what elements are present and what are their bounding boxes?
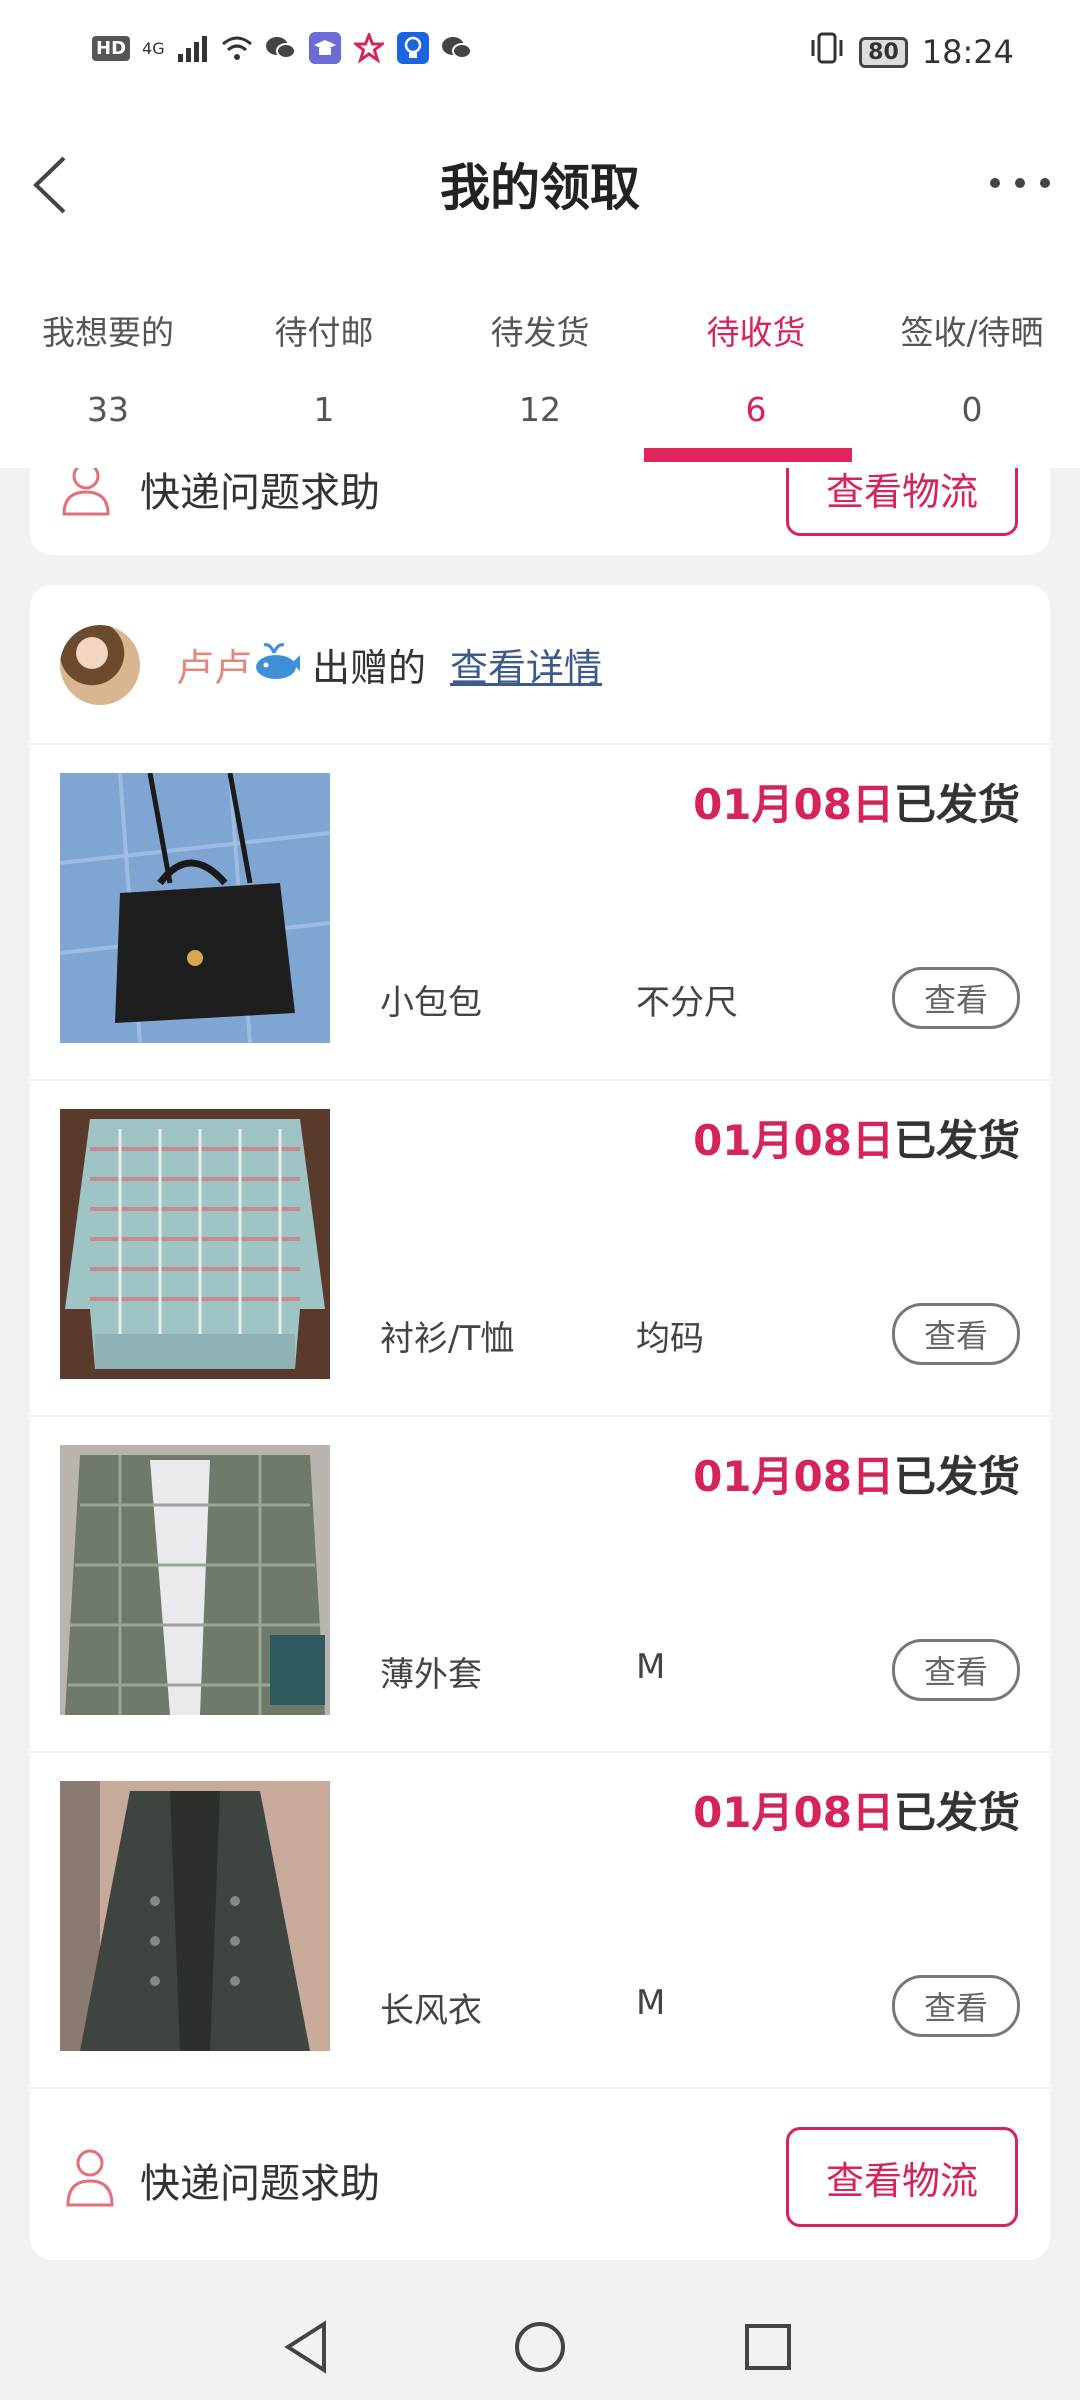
ship-date: 01月08日已发货 bbox=[693, 771, 1020, 832]
wifi-icon bbox=[221, 32, 253, 64]
item-size: M bbox=[636, 1983, 666, 2023]
tab-label: 待付邮 bbox=[274, 313, 374, 352]
status-left: HD 4G bbox=[92, 32, 473, 64]
tab-received[interactable]: 签收/待晒 0 bbox=[864, 260, 1080, 468]
signal-icon bbox=[177, 32, 209, 64]
whale-icon bbox=[252, 637, 302, 683]
bulb-icon bbox=[396, 32, 429, 64]
triangle-back-icon bbox=[284, 2320, 326, 2374]
tab-pending-postage[interactable]: 待付邮 1 bbox=[216, 260, 432, 468]
more-dot bbox=[1015, 178, 1025, 188]
ship-date: 01月08日已发货 bbox=[693, 1779, 1020, 1840]
tab-wanted[interactable]: 我想要的 33 bbox=[0, 260, 216, 468]
giver-header: 卢卢 出赠的 查看详情 bbox=[30, 585, 1050, 745]
active-tab-indicator bbox=[644, 448, 852, 462]
hd-badge: HD bbox=[92, 35, 131, 61]
view-item-button[interactable]: 查看 bbox=[892, 1975, 1020, 2037]
ship-status: 已发货 bbox=[893, 1116, 1020, 1165]
system-nav-bar bbox=[0, 2292, 1080, 2400]
tab-label: 我想要的 bbox=[42, 313, 174, 352]
tab-label: 待发货 bbox=[490, 313, 590, 352]
ship-status: 已发货 bbox=[893, 1452, 1020, 1501]
tab-count: 33 bbox=[87, 390, 129, 429]
view-item-button[interactable]: 查看 bbox=[892, 967, 1020, 1029]
avatar[interactable] bbox=[60, 625, 140, 705]
tab-label: 签收/待晒 bbox=[900, 313, 1044, 352]
tab-pending-receipt[interactable]: 待收货 6 bbox=[648, 260, 864, 468]
more-dot bbox=[990, 178, 1000, 188]
ship-date-value: 01月08日 bbox=[693, 780, 894, 829]
tab-count: 1 bbox=[313, 390, 335, 429]
ship-status: 已发货 bbox=[893, 780, 1020, 829]
item-size: M bbox=[636, 1647, 666, 1687]
vibrate-icon bbox=[809, 30, 845, 74]
person-icon bbox=[60, 460, 112, 520]
giver-action: 出赠的 bbox=[312, 646, 427, 690]
view-logistics-button[interactable]: 查看物流 bbox=[786, 2127, 1018, 2227]
tab-label: 待收货 bbox=[706, 313, 806, 352]
order-item[interactable]: 01月08日已发货 衬衫/T恤 均码 查看 bbox=[30, 1079, 1050, 1417]
item-size: 均码 bbox=[636, 1319, 704, 1359]
view-details-link[interactable]: 查看详情 bbox=[450, 637, 602, 692]
tab-count: 6 bbox=[745, 390, 767, 429]
blazer-photo bbox=[60, 1445, 330, 1715]
courier-help-link[interactable]: 快递问题求助 bbox=[140, 460, 380, 518]
trench-coat-photo bbox=[60, 1781, 330, 2051]
ship-date: 01月08日已发货 bbox=[693, 1443, 1020, 1504]
status-bar: HD 4G 80 18:24 bbox=[0, 0, 1080, 110]
nav-home-button[interactable] bbox=[505, 2312, 575, 2382]
courier-help-link[interactable]: 快递问题求助 bbox=[140, 2151, 380, 2209]
item-name: 小包包 bbox=[380, 983, 482, 1023]
order-footer: 快递问题求助 查看物流 bbox=[30, 2095, 1050, 2260]
network-type: 4G bbox=[142, 38, 165, 58]
giver-name[interactable]: 卢卢 bbox=[176, 637, 252, 692]
order-item[interactable]: 01月08日已发货 薄外套 M 查看 bbox=[30, 1415, 1050, 1753]
item-size: 不分尺 bbox=[636, 983, 738, 1023]
battery-indicator: 80 bbox=[859, 36, 908, 68]
status-tabs: 我想要的 33 待付邮 1 待发货 12 待收货 6 签收/待晒 0 bbox=[0, 260, 1080, 468]
view-item-button[interactable]: 查看 bbox=[892, 1639, 1020, 1701]
ship-date-value: 01月08日 bbox=[693, 1116, 894, 1165]
tab-count: 12 bbox=[519, 390, 561, 429]
more-options-button[interactable] bbox=[990, 168, 1050, 198]
star-icon bbox=[353, 32, 385, 64]
handbag-photo bbox=[59, 772, 331, 1044]
item-name: 长风衣 bbox=[380, 1991, 482, 2031]
order-item[interactable]: 01月08日已发货 小包包 不分尺 查看 bbox=[30, 743, 1050, 1081]
ship-date: 01月08日已发货 bbox=[693, 1107, 1020, 1168]
more-dot bbox=[1040, 178, 1050, 188]
nav-recents-button[interactable] bbox=[733, 2312, 803, 2382]
wechat-icon bbox=[441, 32, 473, 64]
wechat-icon bbox=[265, 32, 297, 64]
tab-pending-shipment[interactable]: 待发货 12 bbox=[432, 260, 648, 468]
ship-status: 已发货 bbox=[893, 1788, 1020, 1837]
clock: 18:24 bbox=[921, 33, 1014, 71]
tab-count: 0 bbox=[961, 390, 983, 429]
circle-home-icon bbox=[515, 2322, 565, 2372]
order-item[interactable]: 01月08日已发货 长风衣 M 查看 bbox=[30, 1751, 1050, 2089]
ship-date-value: 01月08日 bbox=[693, 1788, 894, 1837]
square-recents-icon bbox=[745, 2324, 791, 2370]
person-icon bbox=[64, 2147, 116, 2211]
view-item-button[interactable]: 查看 bbox=[892, 1303, 1020, 1365]
ship-date-value: 01月08日 bbox=[693, 1452, 894, 1501]
item-name: 薄外套 bbox=[380, 1655, 482, 1695]
knit-top-photo bbox=[60, 1109, 330, 1379]
grad-cap-icon bbox=[308, 32, 341, 64]
status-right: 80 18:24 bbox=[809, 30, 1014, 74]
order-card: 卢卢 出赠的 查看详情 01月08日已发货 小包包 不分尺 查看 01月08日已… bbox=[30, 585, 1050, 2260]
item-name: 衬衫/T恤 bbox=[380, 1319, 515, 1359]
nav-back-button[interactable] bbox=[274, 2312, 344, 2382]
app-header: 我的领取 bbox=[0, 110, 1080, 260]
page-title: 我的领取 bbox=[440, 159, 640, 217]
